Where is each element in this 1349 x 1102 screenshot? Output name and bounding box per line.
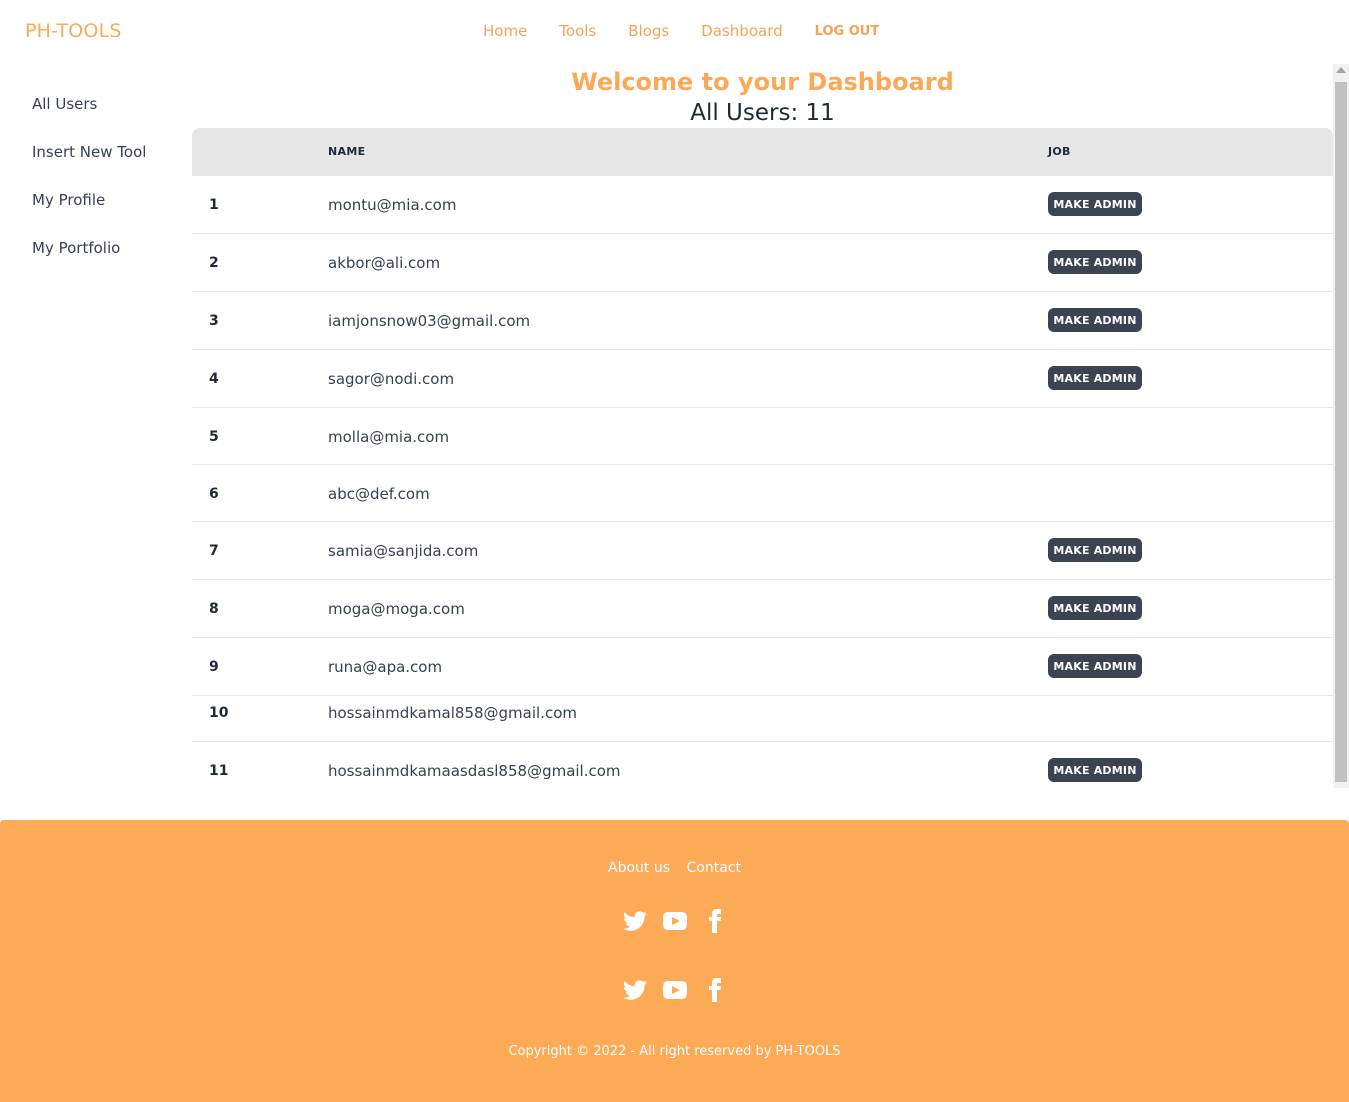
user-email: montu@mia.com	[328, 196, 457, 214]
table-row: 7 samia@sanjida.com MAKE ADMIN	[192, 522, 1333, 580]
user-email: runa@apa.com	[328, 658, 443, 676]
page-title: Welcome to your Dashboard	[571, 68, 954, 96]
table-row: 4 sagor@nodi.com MAKE ADMIN	[192, 350, 1333, 408]
logout-button[interactable]: LOG OUT	[815, 24, 880, 39]
copyright-text: Copyright © 2022 - All right reserved by…	[508, 1044, 841, 1059]
social-links-secondary	[0, 978, 1349, 1002]
user-email: akbor@ali.com	[328, 254, 441, 272]
nav-link-blogs[interactable]: Blogs	[628, 22, 669, 40]
sidebar-item-insert-new-tool[interactable]: Insert New Tool	[32, 142, 146, 190]
table-body: 1 montu@mia.com MAKE ADMIN 2 akbor@ali.com MA…	[192, 176, 1333, 788]
nav-link-home[interactable]: Home	[483, 22, 527, 40]
user-email: iamjonsnow03@gmail.com	[328, 312, 531, 330]
footer-links: About us Contact	[0, 860, 1349, 876]
social-links-primary	[0, 909, 1349, 933]
column-header-name: NAME	[328, 145, 366, 158]
row-index: 8	[209, 601, 219, 617]
make-admin-button[interactable]: MAKE ADMIN	[1048, 654, 1142, 678]
sidebar-item-my-portfolio[interactable]: My Portfolio	[32, 238, 146, 286]
table-row: 9 runa@apa.com MAKE ADMIN	[192, 638, 1333, 696]
user-count: All Users: 11	[690, 100, 835, 126]
row-index: 2	[209, 255, 219, 271]
scroll-up-arrow-icon[interactable]	[1336, 67, 1346, 73]
make-admin-button[interactable]: MAKE ADMIN	[1048, 250, 1142, 274]
user-email: molla@mia.com	[328, 428, 450, 446]
row-index: 11	[209, 763, 229, 779]
dashboard-content: Welcome to your Dashboard All Users: 11 …	[192, 64, 1333, 788]
row-index: 3	[209, 313, 219, 329]
row-index: 7	[209, 543, 219, 559]
facebook-icon[interactable]	[703, 978, 727, 1002]
nav-link-dashboard[interactable]: Dashboard	[701, 22, 782, 40]
row-index: 5	[209, 429, 219, 445]
footer-link-about[interactable]: About us	[608, 860, 670, 876]
table-row: 8 moga@moga.com MAKE ADMIN	[192, 580, 1333, 638]
row-index: 10	[209, 705, 229, 721]
column-header-job: JOB	[1048, 145, 1071, 158]
twitter-icon[interactable]	[622, 909, 647, 933]
user-email: abc@def.com	[328, 485, 430, 503]
facebook-icon[interactable]	[703, 909, 727, 933]
table-row: 3 iamjonsnow03@gmail.com MAKE ADMIN	[192, 292, 1333, 350]
navbar: PH-TOOLS Home Tools Blogs Dashboard LOG …	[0, 0, 1349, 64]
footer: About us Contact Copyright © 2022 - All …	[0, 820, 1349, 1102]
youtube-icon[interactable]	[662, 909, 687, 933]
make-admin-button[interactable]: MAKE ADMIN	[1048, 366, 1142, 390]
table-row: 11 hossainmdkamaasdasl858@gmail.com MAKE A…	[192, 742, 1333, 788]
users-table: NAME JOB 1 montu@mia.com MAKE ADMIN 2 akbor@…	[192, 128, 1333, 788]
row-index: 1	[209, 197, 219, 213]
make-admin-button[interactable]: MAKE ADMIN	[1048, 596, 1142, 620]
make-admin-button[interactable]: MAKE ADMIN	[1048, 192, 1142, 216]
sidebar-item-my-profile[interactable]: My Profile	[32, 190, 146, 238]
user-email: hossainmdkamaasdasl858@gmail.com	[328, 762, 621, 780]
table-row: 6 abc@def.com	[192, 465, 1333, 522]
user-email: moga@moga.com	[328, 600, 465, 618]
make-admin-button[interactable]: MAKE ADMIN	[1048, 538, 1142, 562]
footer-link-contact[interactable]: Contact	[687, 860, 741, 876]
row-index: 4	[209, 371, 219, 387]
nav-link-tools[interactable]: Tools	[559, 22, 596, 40]
table-row: 10 hossainmdkamal858@gmail.com	[192, 696, 1333, 742]
nav-menu: Home Tools Blogs Dashboard LOG OUT	[483, 22, 911, 40]
twitter-icon[interactable]	[622, 978, 647, 1002]
brand-logo[interactable]: PH-TOOLS	[25, 20, 122, 42]
make-admin-button[interactable]: MAKE ADMIN	[1048, 308, 1142, 332]
youtube-icon[interactable]	[662, 978, 687, 1002]
row-index: 9	[209, 659, 219, 675]
table-row: 1 montu@mia.com MAKE ADMIN	[192, 176, 1333, 234]
make-admin-button[interactable]: MAKE ADMIN	[1048, 758, 1142, 782]
user-email: hossainmdkamal858@gmail.com	[328, 704, 577, 722]
user-email: samia@sanjida.com	[328, 542, 479, 560]
user-email: sagor@nodi.com	[328, 370, 455, 388]
row-index: 6	[209, 486, 219, 502]
table-row: 5 molla@mia.com	[192, 408, 1333, 465]
table-header: NAME JOB	[192, 128, 1333, 176]
table-row: 2 akbor@ali.com MAKE ADMIN	[192, 234, 1333, 292]
dashboard-sidebar: All Users Insert New Tool My Profile My …	[32, 94, 146, 286]
scrollbar-thumb[interactable]	[1335, 82, 1347, 782]
sidebar-item-all-users[interactable]: All Users	[32, 94, 146, 142]
